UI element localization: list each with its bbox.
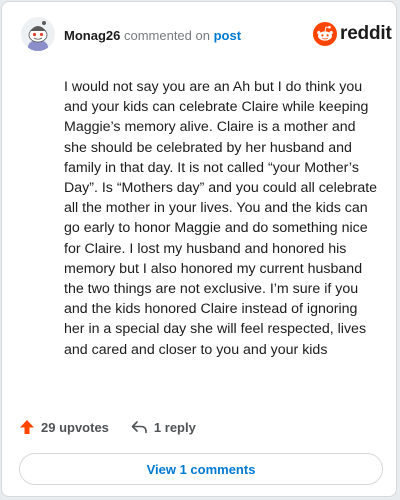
user-avatar[interactable] [21, 17, 55, 51]
view-comments-button[interactable]: View 1 comments [19, 453, 383, 485]
comment-actions: 29 upvotes 1 reply [19, 419, 196, 435]
comment-card: Monag26 commented on post reddit I would… [1, 1, 397, 497]
comment-meta: Monag26 commented on post [64, 28, 241, 43]
reddit-logo[interactable]: reddit [313, 22, 392, 46]
commented-on-text: commented on [123, 28, 210, 43]
reply-button[interactable]: 1 reply [131, 420, 196, 435]
post-link[interactable]: post [214, 28, 241, 43]
reddit-wordmark: reddit [340, 23, 392, 44]
upvote-arrow-icon [20, 420, 34, 434]
username-link[interactable]: Monag26 [64, 28, 120, 43]
upvote-count: 29 upvotes [41, 419, 109, 435]
upvote-button[interactable]: 29 upvotes [19, 419, 109, 435]
snoo-avatar-icon [21, 17, 55, 51]
reddit-snoo-icon [313, 22, 337, 46]
reply-count: 1 reply [153, 419, 196, 435]
comment-body: I would not say you are an Ah but I do t… [64, 79, 378, 358]
reply-arrow-icon [131, 421, 147, 434]
